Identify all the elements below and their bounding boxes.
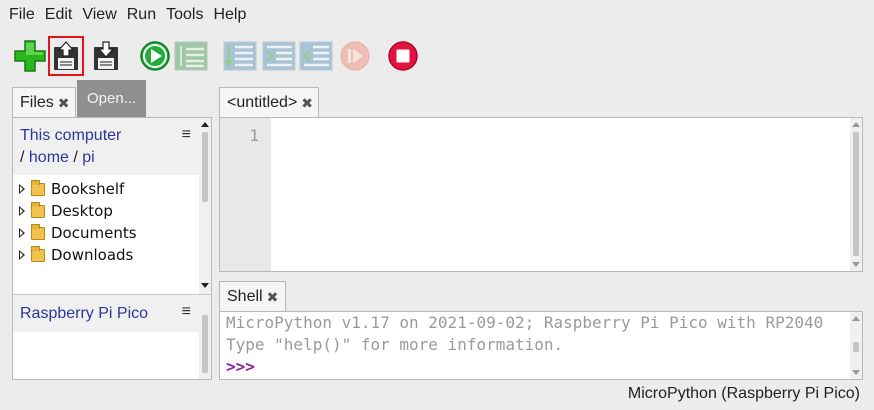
step-into-icon [262,41,296,71]
path-pi-link[interactable]: pi [82,149,94,166]
pico-link[interactable]: Raspberry Pi Pico [20,305,148,323]
open-tooltip: Open... [77,80,146,119]
folder-icon [31,223,45,240]
open-button[interactable] [48,36,84,76]
files-scrollbar[interactable] [199,118,211,294]
tab-shell[interactable]: Shell ✖ [219,281,286,312]
menu-file[interactable]: File [4,0,40,30]
menu-tools[interactable]: Tools [161,0,208,30]
stop-icon [388,41,418,71]
tab-shell-label: Shell [227,288,263,305]
list-item[interactable]: Documents [19,222,137,244]
menu-run[interactable]: Run [122,0,161,30]
tab-files[interactable]: Files ✖ [12,87,76,118]
interpreter-status[interactable]: MicroPython (Raspberry Pi Pico) [628,385,860,403]
pico-header: Raspberry Pi Pico ≡ [13,295,199,332]
save-button[interactable] [88,36,124,76]
toolbar [0,36,874,78]
folder-label: Bookshelf [51,180,125,198]
shell-prompt: >>> [226,357,255,376]
shell-line: MicroPython v1.17 on 2021-09-02; Raspber… [226,313,824,332]
folder-icon [31,245,45,262]
files-panel: This computer / home / pi ≡ Bookshelf De… [12,117,212,380]
list-item[interactable]: Downloads [19,244,133,266]
close-icon[interactable]: ✖ [301,95,313,112]
close-icon[interactable]: ✖ [267,289,279,306]
tab-untitled[interactable]: <untitled> ✖ [219,87,319,118]
menu-icon[interactable]: ≡ [182,126,191,144]
shell-console[interactable]: MicroPython v1.17 on 2021-09-02; Raspber… [219,311,863,380]
step-out-button[interactable] [298,36,334,76]
step-out-icon [299,41,333,71]
expand-icon[interactable] [19,184,25,194]
pico-scrollbar[interactable] [199,295,211,379]
tab-untitled-label: <untitled> [227,94,298,111]
line-number: 1 [249,126,259,145]
folder-label: Downloads [51,246,134,264]
shell-scrollbar[interactable] [850,312,862,379]
new-file-icon [14,40,46,72]
debug-icon [174,41,208,71]
menu-bar: File Edit View Run Tools Help [0,0,874,30]
editor-scrollbar[interactable] [850,118,862,271]
debug-button[interactable] [173,36,209,76]
expand-icon[interactable] [19,206,25,216]
stop-button[interactable] [385,36,421,76]
resume-button[interactable] [337,36,373,76]
close-icon[interactable]: ✖ [58,95,70,112]
folder-label: Desktop [51,202,113,220]
folder-icon [31,179,45,196]
line-gutter: 1 [220,118,271,271]
this-computer-link[interactable]: This computer [20,127,121,144]
resume-icon [340,41,370,71]
expand-icon[interactable] [19,228,25,238]
new-button[interactable] [12,36,48,76]
step-over-icon [223,41,257,71]
shell-line: Type "help()" for more information. [226,335,564,354]
step-into-button[interactable] [261,36,297,76]
step-over-button[interactable] [222,36,258,76]
list-item[interactable]: Desktop [19,200,113,222]
menu-edit[interactable]: Edit [40,0,78,30]
folder-label: Documents [51,224,137,242]
save-file-icon [94,41,118,70]
menu-icon[interactable]: ≡ [182,303,191,321]
expand-icon[interactable] [19,250,25,260]
menu-view[interactable]: View [77,0,121,30]
code-editor[interactable]: 1 [219,117,863,272]
run-button[interactable] [137,36,173,76]
folder-icon [31,201,45,218]
open-file-icon [54,41,78,70]
menu-help[interactable]: Help [208,0,251,30]
run-icon [140,41,170,71]
tab-files-label: Files [20,94,54,111]
list-item[interactable]: Bookshelf [19,178,124,200]
path-home-link[interactable]: home [29,149,69,166]
this-computer-header: This computer / home / pi ≡ [13,118,199,175]
